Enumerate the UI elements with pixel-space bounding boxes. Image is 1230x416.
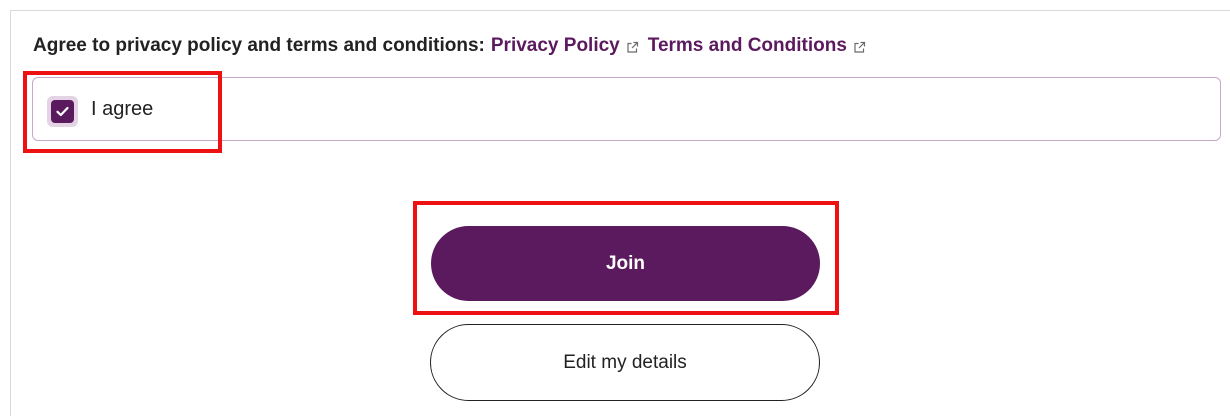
external-link-icon [854, 41, 866, 53]
consent-prompt: Agree to privacy policy and terms and co… [33, 35, 485, 56]
agree-checkbox-label[interactable]: I agree [91, 98, 153, 121]
checkmark-icon [56, 106, 69, 117]
terms-link-label: Terms and Conditions [647, 35, 847, 56]
checkbox-box [51, 100, 74, 123]
privacy-policy-link[interactable]: Privacy Policy [491, 35, 648, 57]
join-button[interactable]: Join [431, 226, 820, 301]
privacy-policy-link-label: Privacy Policy [490, 35, 620, 56]
edit-my-details-button[interactable]: Edit my details [430, 324, 820, 401]
agree-checkbox-panel: I agree [32, 77, 1221, 141]
external-link-icon [627, 41, 638, 53]
consent-row: Agree to privacy policy and terms and co… [33, 35, 875, 57]
terms-and-conditions-link[interactable]: Terms and Conditions [648, 35, 875, 57]
agree-checkbox[interactable] [47, 96, 78, 127]
